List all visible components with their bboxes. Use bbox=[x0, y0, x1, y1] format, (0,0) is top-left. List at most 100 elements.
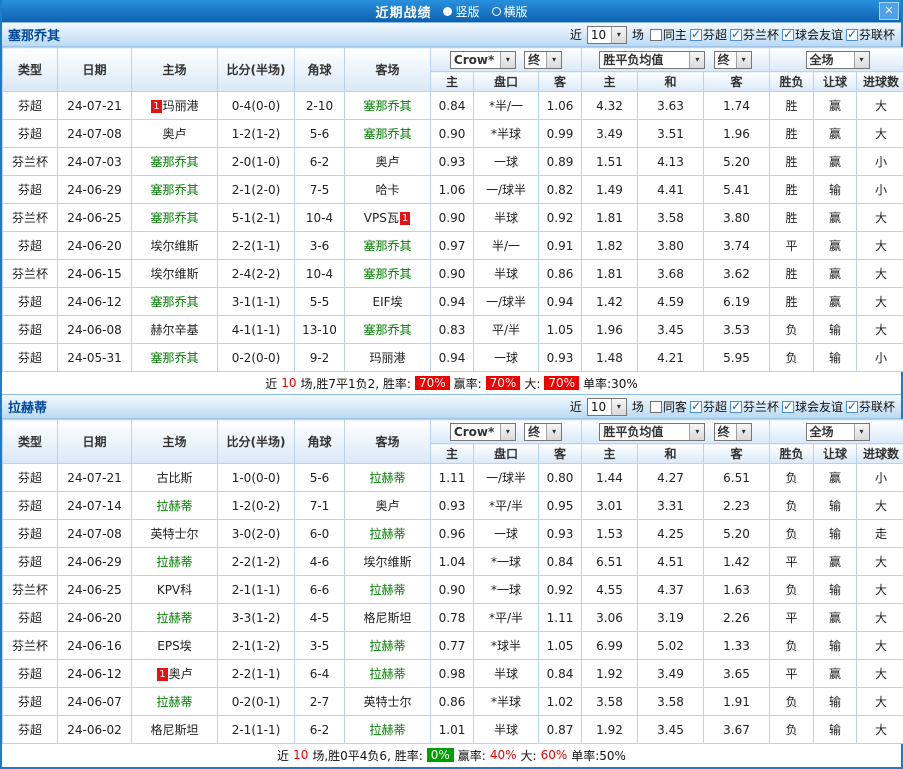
match-count-select[interactable]: 10 ▾ bbox=[586, 397, 627, 416]
league-filter-checkbox[interactable]: 芬联杯 bbox=[845, 398, 895, 415]
col-handicap: 盘口 bbox=[473, 443, 539, 464]
handicap-result-cell: 赢 bbox=[813, 231, 858, 260]
handicap-cell: 平/半 bbox=[473, 315, 539, 344]
league-cell: 芬超 bbox=[2, 343, 58, 372]
team-name-text: 塞那乔其 bbox=[150, 211, 199, 225]
layout-radio-vertical[interactable]: 竖版 bbox=[443, 3, 480, 20]
win-odds-cell: 6.51 bbox=[581, 547, 638, 576]
league-cell: 芬超 bbox=[2, 659, 58, 688]
win-odds-cell: 1.82 bbox=[581, 231, 638, 260]
result-cell: 平 bbox=[769, 547, 815, 576]
match-row: 芬超 24-07-08 奥卢 1-2(1-2) 5-6 塞那乔其 0.90 *半球 0.99 3.… bbox=[2, 119, 903, 148]
match-row: 芬兰杯 24-06-16 EPS埃 2-1(1-2) 3-5 拉赫蒂 0.77 *球半 1.05… bbox=[2, 631, 903, 660]
asian-home-odds-cell: 0.94 bbox=[430, 343, 474, 372]
win-odds-cell: 1.42 bbox=[581, 287, 638, 316]
summary-segment: 大: bbox=[520, 748, 537, 763]
summary-segment: 40% bbox=[489, 748, 517, 762]
asian-away-odds-cell: 0.93 bbox=[538, 519, 582, 548]
team-name-text: 玛丽港 bbox=[162, 99, 199, 113]
away-team-cell: 塞那乔其 bbox=[344, 315, 431, 344]
home-team-cell: 赫尔辛基 bbox=[131, 315, 218, 344]
league-cell: 芬超 bbox=[2, 603, 58, 632]
scope-select[interactable]: 全场 ▾ bbox=[805, 50, 870, 69]
home-team-cell: 埃尔维斯 bbox=[131, 259, 218, 288]
summary-segment: 大: bbox=[524, 376, 541, 391]
col-lose: 客 bbox=[702, 443, 771, 464]
team-name-text: 英特士尔 bbox=[363, 695, 412, 709]
match-row: 芬超 24-07-14 拉赫蒂 1-2(0-2) 7-1 奥卢 0.93 *平/半 0.95 3.… bbox=[2, 491, 903, 520]
team-name-text: VPS瓦 bbox=[363, 211, 399, 225]
match-row: 芬兰杯 24-06-15 埃尔维斯 2-4(2-2) 10-4 塞那乔其 0.90 半球 0.8… bbox=[2, 259, 903, 288]
scope-select[interactable]: 全场 ▾ bbox=[805, 422, 870, 441]
asian-away-odds-cell: 0.94 bbox=[538, 287, 582, 316]
team-name-text: 格尼斯坦 bbox=[150, 723, 199, 737]
home-team-cell: 拉赫蒂 bbox=[131, 603, 218, 632]
league-filter-checkbox[interactable]: 芬联杯 bbox=[845, 26, 895, 43]
asian-company-select[interactable]: Crow* ▾ bbox=[449, 50, 516, 69]
handicap-result-cell: 赢 bbox=[813, 659, 858, 688]
europe-company-select[interactable]: 胜平负均值 ▾ bbox=[599, 422, 706, 441]
close-button[interactable]: ✕ bbox=[879, 2, 899, 20]
home-team-cell: 拉赫蒂 bbox=[131, 687, 218, 716]
win-odds-cell: 1.48 bbox=[581, 343, 638, 372]
europe-company-select[interactable]: 胜平负均值 ▾ bbox=[599, 50, 706, 69]
same-venue-checkbox[interactable]: 同主 bbox=[649, 26, 687, 43]
asian-company-select[interactable]: Crow* ▾ bbox=[449, 422, 516, 441]
handicap-result-cell: 输 bbox=[813, 343, 858, 372]
col-type: 类型 bbox=[2, 47, 58, 92]
layout-radio-horizontal[interactable]: 横版 bbox=[491, 3, 528, 20]
asian-odds-controls: Crow* ▾ 终 ▾ bbox=[430, 47, 582, 72]
team-name-text: 塞那乔其 bbox=[363, 323, 412, 337]
away-team-cell: VPS瓦 1 bbox=[344, 203, 431, 232]
asian-final-select[interactable]: 终 ▾ bbox=[524, 50, 563, 69]
asian-away-odds-cell: 0.87 bbox=[538, 715, 582, 744]
corner-cell: 5-6 bbox=[294, 119, 345, 148]
score-cell: 2-2(1-1) bbox=[217, 231, 295, 260]
europe-final-select[interactable]: 终 ▾ bbox=[713, 50, 752, 69]
same-venue-checkbox[interactable]: 同客 bbox=[649, 398, 687, 415]
team-name-text: 塞那乔其 bbox=[150, 295, 199, 309]
date-cell: 24-06-20 bbox=[57, 231, 132, 260]
corner-cell: 6-0 bbox=[294, 519, 345, 548]
league-filter-checkbox[interactable]: 芬兰杯 bbox=[729, 398, 779, 415]
home-team-cell: 塞那乔其 bbox=[131, 203, 218, 232]
goals-result-cell: 走 bbox=[856, 519, 903, 548]
lose-odds-cell: 5.41 bbox=[702, 175, 771, 204]
win-odds-cell: 1.96 bbox=[581, 315, 638, 344]
score-cell: 0-2(0-1) bbox=[217, 687, 295, 716]
result-cell: 负 bbox=[769, 463, 815, 492]
team-name-text: 赫尔辛基 bbox=[150, 323, 199, 337]
league-filter-checkbox[interactable]: 球会友谊 bbox=[781, 398, 843, 415]
league-filter-checkbox[interactable]: 芬超 bbox=[689, 26, 727, 43]
team-name-text: 拉赫蒂 bbox=[369, 471, 406, 485]
handicap-result-cell: 输 bbox=[813, 687, 858, 716]
asian-home-odds-cell: 0.98 bbox=[430, 659, 474, 688]
league-filter-checkbox[interactable]: 芬超 bbox=[689, 398, 727, 415]
handicap-result-cell: 赢 bbox=[813, 147, 858, 176]
europe-final-select[interactable]: 终 ▾ bbox=[713, 422, 752, 441]
draw-odds-cell: 3.68 bbox=[637, 259, 704, 288]
handicap-result-cell: 输 bbox=[813, 315, 858, 344]
result-cell: 负 bbox=[769, 519, 815, 548]
summary-segment: 单率:50% bbox=[571, 748, 626, 763]
corner-cell: 5-5 bbox=[294, 287, 345, 316]
league-cell: 芬兰杯 bbox=[2, 259, 58, 288]
asian-away-odds-cell: 1.02 bbox=[538, 687, 582, 716]
league-filter-checkbox[interactable]: 球会友谊 bbox=[781, 26, 843, 43]
league-cell: 芬超 bbox=[2, 519, 58, 548]
asian-final-select[interactable]: 终 ▾ bbox=[524, 422, 563, 441]
match-count-select[interactable]: 10 ▾ bbox=[586, 25, 627, 44]
asian-home-odds-cell: 1.01 bbox=[430, 715, 474, 744]
team-section: 塞那乔其 近10▾场同主芬超芬兰杯球会友谊芬联杯 类型 日期 主场 比分(半场)… bbox=[2, 22, 903, 394]
radio-label: 竖版 bbox=[455, 4, 480, 19]
team-name-text: EIF埃 bbox=[372, 295, 403, 309]
lose-odds-cell: 2.26 bbox=[702, 603, 771, 632]
result-cell: 负 bbox=[769, 315, 815, 344]
win-odds-cell: 1.81 bbox=[581, 203, 638, 232]
score-cell: 1-0(0-0) bbox=[217, 463, 295, 492]
draw-odds-cell: 3.19 bbox=[637, 603, 704, 632]
asian-odds-controls: Crow* ▾ 终 ▾ bbox=[430, 419, 582, 444]
league-filter-checkbox[interactable]: 芬兰杯 bbox=[729, 26, 779, 43]
col-win: 主 bbox=[581, 71, 638, 92]
result-cell: 平 bbox=[769, 603, 815, 632]
